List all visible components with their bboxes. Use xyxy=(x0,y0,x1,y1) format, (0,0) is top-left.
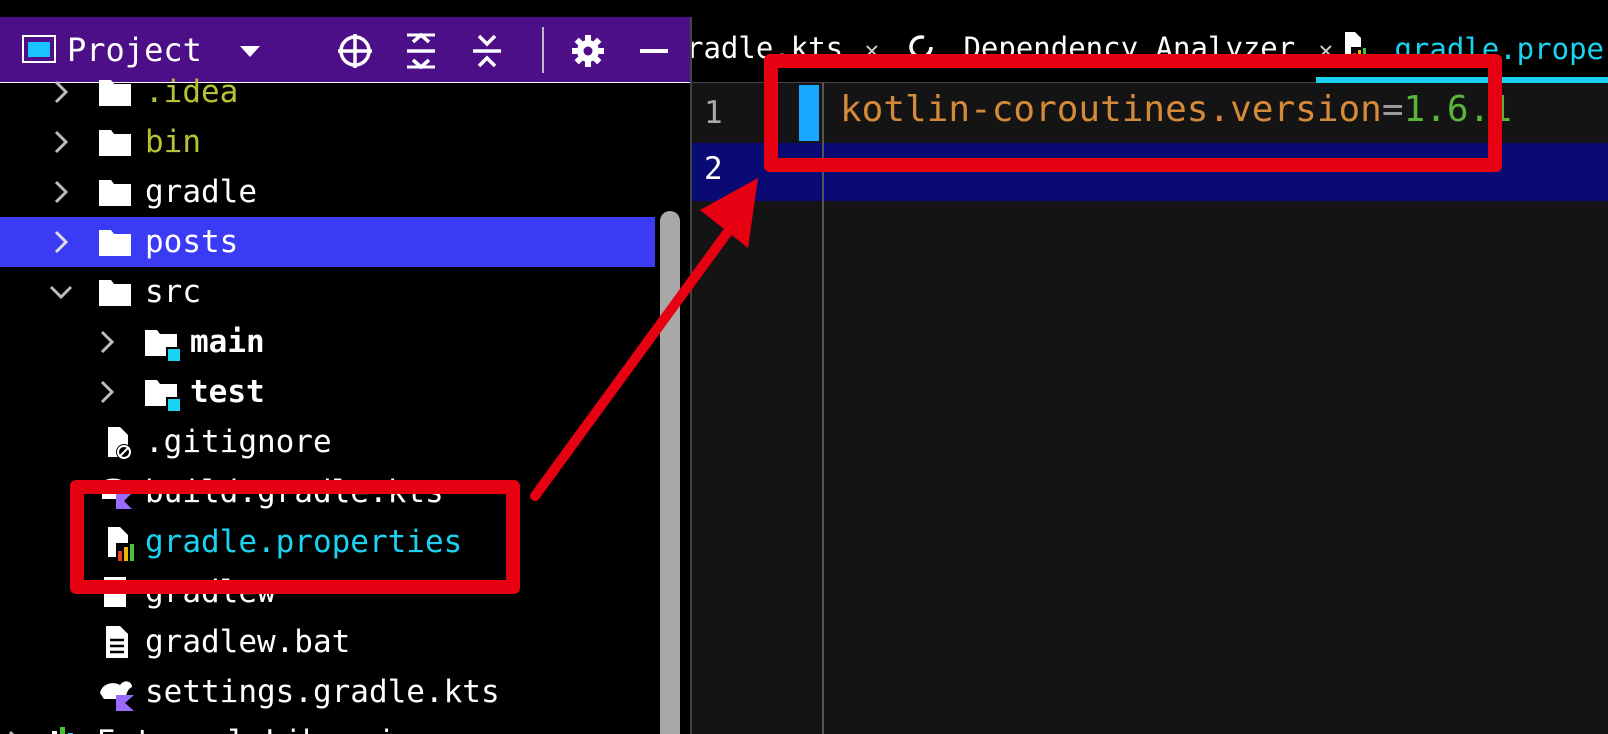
tree-item-gradle[interactable]: gradle xyxy=(0,167,655,217)
tree-item-posts[interactable]: posts xyxy=(0,217,655,267)
tree-item-gradlew-bat[interactable]: gradlew.bat xyxy=(0,617,655,667)
test-folder-icon xyxy=(144,375,180,411)
text-file-icon xyxy=(100,625,134,659)
tree-item-label: bin xyxy=(145,124,201,160)
project-window-icon xyxy=(22,35,56,63)
tree-item-label: test xyxy=(190,374,265,410)
tree-item-external-libraries[interactable]: External Libraries xyxy=(0,717,655,734)
select-opened-file-icon[interactable] xyxy=(335,31,375,71)
tree-item-label: .gitignore xyxy=(145,424,332,460)
folder-icon xyxy=(98,175,132,209)
chevron-right-icon[interactable] xyxy=(0,717,30,734)
library-icon xyxy=(50,725,84,734)
tree-item-label: src xyxy=(145,274,201,310)
tree-item-label: gradle xyxy=(145,174,257,210)
annotation-box-file xyxy=(70,480,520,594)
project-tree: .idea bin gradle posts src main test .gi… xyxy=(0,74,690,734)
ignore-file-icon xyxy=(100,425,134,460)
collapse-all-icon[interactable] xyxy=(467,31,507,71)
view-dropdown-chevron-icon[interactable] xyxy=(230,31,270,71)
chevron-down-icon[interactable] xyxy=(46,267,76,317)
tree-item-idea[interactable]: .idea xyxy=(0,67,655,117)
tree-item-label: gradlew.bat xyxy=(145,624,351,660)
top-strip xyxy=(0,0,1608,17)
project-view-title[interactable]: Project xyxy=(67,31,202,69)
tree-item-test[interactable]: test xyxy=(0,367,655,417)
tree-item-main[interactable]: main xyxy=(0,317,655,367)
chevron-right-icon[interactable] xyxy=(92,317,122,367)
kotlin-gradle-file-icon xyxy=(98,675,134,711)
gear-icon[interactable] xyxy=(568,31,608,71)
chevron-right-icon[interactable] xyxy=(46,117,76,167)
expand-all-icon[interactable] xyxy=(401,31,441,71)
vertical-scrollbar[interactable] xyxy=(660,211,680,734)
folder-icon xyxy=(98,75,132,109)
chevron-right-icon[interactable] xyxy=(92,367,122,417)
annotation-box-code xyxy=(764,54,1502,172)
folder-icon xyxy=(98,225,132,259)
chevron-right-icon[interactable] xyxy=(46,217,76,267)
line-number: 2 xyxy=(704,151,723,187)
tree-item-src[interactable]: src xyxy=(0,267,655,317)
tree-item-label: .idea xyxy=(145,74,239,110)
folder-icon xyxy=(98,275,132,309)
tree-item-label: main xyxy=(190,324,265,360)
tree-item-label: posts xyxy=(145,224,239,260)
chevron-right-icon[interactable] xyxy=(46,167,76,217)
folder-icon xyxy=(98,125,132,159)
tree-item-settings-gradle-kts[interactable]: settings.gradle.kts xyxy=(0,667,655,717)
tree-item-gitignore[interactable]: .gitignore xyxy=(0,417,655,467)
line-number: 1 xyxy=(704,95,723,131)
tree-item-bin[interactable]: bin xyxy=(0,117,655,167)
project-tool-window: Project .idea bin gradle posts src main … xyxy=(0,17,690,734)
source-folder-icon xyxy=(144,325,180,361)
gutter-separator xyxy=(822,83,824,734)
tree-item-label: settings.gradle.kts xyxy=(145,674,500,710)
tree-item-label: External Libraries xyxy=(97,721,433,734)
chevron-right-icon[interactable] xyxy=(46,67,76,117)
hide-icon[interactable] xyxy=(634,31,674,71)
